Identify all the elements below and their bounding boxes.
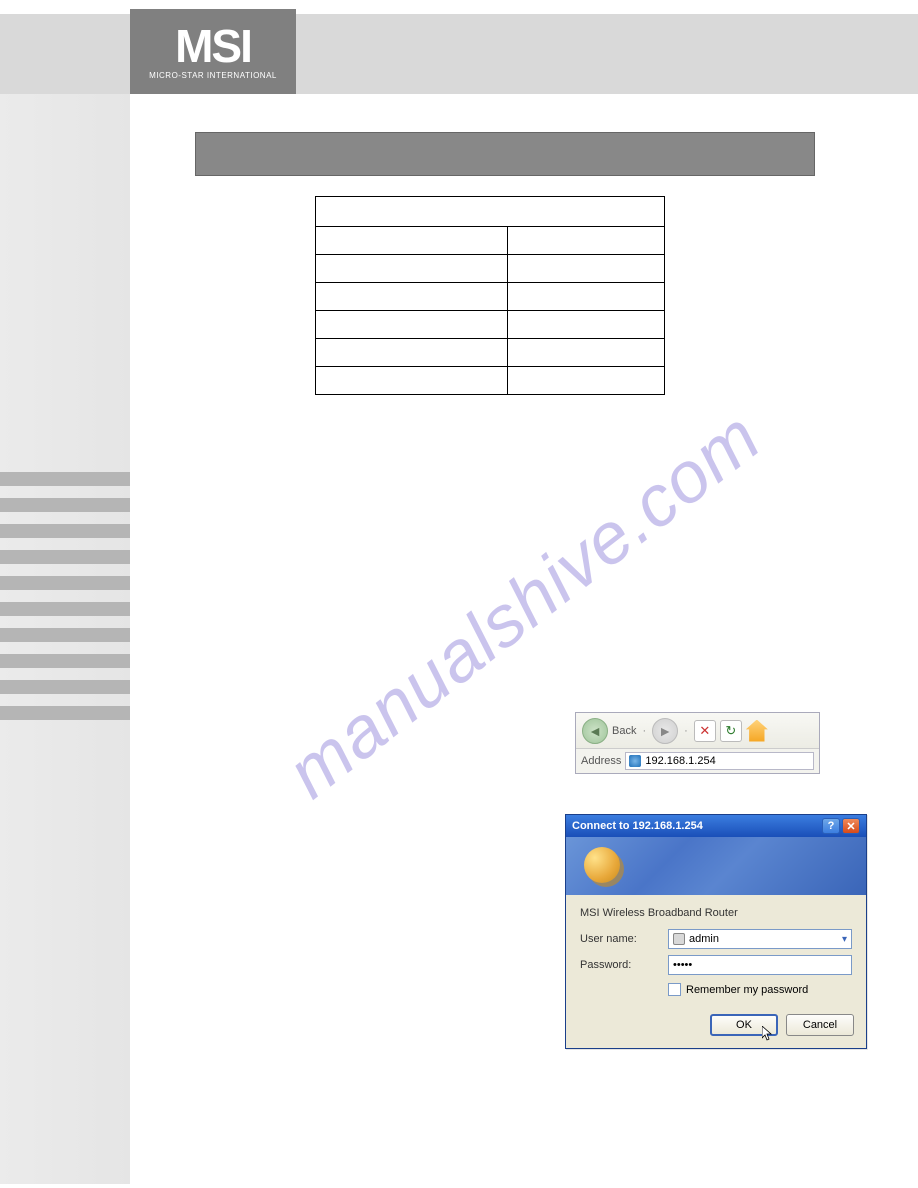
table-cell [507,283,664,311]
back-label: Back [612,725,636,737]
username-value: admin [689,933,719,945]
stop-button[interactable]: ✕ [694,720,716,742]
remember-label: Remember my password [686,984,808,996]
table-cell [316,227,508,255]
ok-label: OK [736,1019,752,1031]
password-field[interactable]: ••••• [668,955,852,975]
sidebar-stripes [0,472,130,732]
arrow-left-icon: ◄ [588,723,602,739]
home-button[interactable] [746,720,768,742]
table-cell [507,367,664,395]
cancel-button[interactable]: Cancel [786,1014,854,1036]
separator: · [642,725,646,737]
username-field[interactable]: admin [668,929,852,949]
logo-brand: MSI [175,23,251,69]
remember-checkbox[interactable] [668,983,681,996]
password-label: Password: [580,959,668,971]
refresh-icon: ↻ [725,723,736,739]
table-cell [316,283,508,311]
dialog-banner [566,837,866,895]
keys-icon [584,847,620,883]
header-bar: MSI MICRO-STAR INTERNATIONAL [0,14,918,94]
table-cell [316,339,508,367]
password-value: ••••• [673,959,692,971]
refresh-button[interactable]: ↻ [720,720,742,742]
dialog-subtitle: MSI Wireless Broadband Router [580,907,852,919]
table-header [316,197,665,227]
ok-button[interactable]: OK [710,1014,778,1036]
address-label: Address [581,755,621,767]
cursor-icon [762,1026,774,1042]
user-icon [673,933,685,945]
left-sidebar [0,94,130,1184]
address-value: 192.168.1.254 [645,755,715,767]
forward-button[interactable]: ► [652,718,678,744]
separator: · [684,725,688,737]
close-button[interactable]: ✕ [842,818,860,834]
table-cell [507,255,664,283]
table-cell [316,367,508,395]
table-cell [507,227,664,255]
table-cell [316,255,508,283]
logo-tagline: MICRO-STAR INTERNATIONAL [149,71,277,80]
table-cell [507,311,664,339]
default-settings-table [315,196,665,395]
address-input[interactable]: 192.168.1.254 [625,752,814,770]
page-content: manualshive.com ◄ Back · ► · ✕ ↻ [130,94,918,1184]
auth-dialog: Connect to 192.168.1.254 ? ✕ MSI Wireles… [565,814,867,1049]
dialog-title-text: Connect to 192.168.1.254 [572,820,703,832]
ie-page-icon [629,755,641,767]
username-label: User name: [580,933,668,945]
table-cell [507,339,664,367]
chapter-heading-box [195,132,815,176]
browser-toolbar: ◄ Back · ► · ✕ ↻ Address [575,712,820,774]
stop-icon: ✕ [699,723,710,739]
arrow-right-icon: ► [658,723,672,739]
back-button[interactable]: ◄ [582,718,608,744]
msi-logo: MSI MICRO-STAR INTERNATIONAL [130,9,296,94]
table-cell [316,311,508,339]
help-button[interactable]: ? [822,818,840,834]
cancel-label: Cancel [803,1019,837,1031]
dialog-titlebar: Connect to 192.168.1.254 ? ✕ [566,815,866,837]
